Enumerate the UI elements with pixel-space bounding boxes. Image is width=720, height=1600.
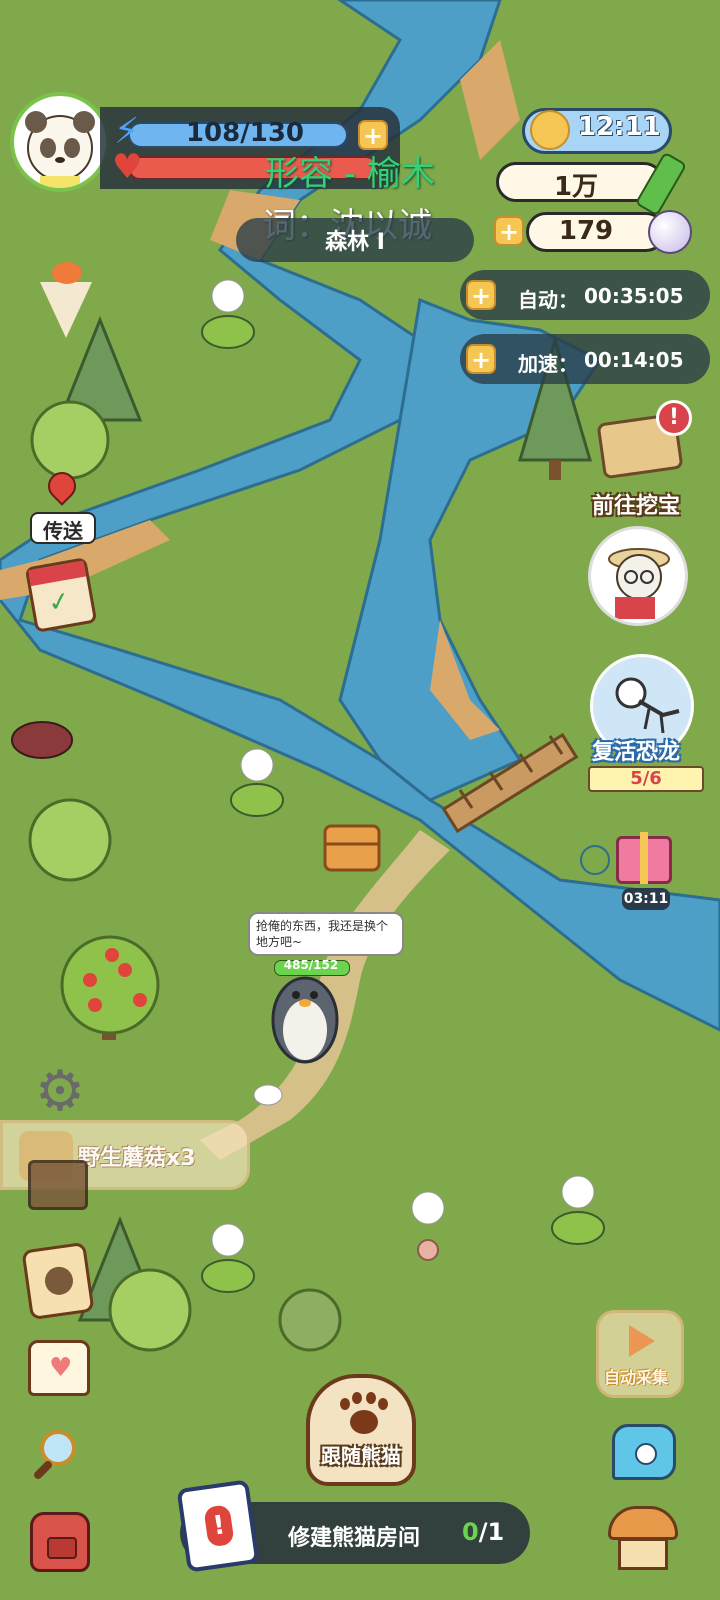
party-cone-icon bbox=[40, 282, 92, 338]
alert-badge-icon: ! bbox=[656, 400, 692, 436]
tshirt-heart-icon: ♥ bbox=[49, 1353, 73, 1383]
add-speed-time-button[interactable]: + bbox=[466, 344, 496, 374]
skull-tag-icon bbox=[43, 1265, 75, 1297]
speed-label: 加速： bbox=[518, 352, 578, 376]
whistle-button[interactable] bbox=[612, 1424, 676, 1480]
follow-panda-label[interactable]: 跟随熊猫 bbox=[316, 1440, 406, 1469]
whistle-icon bbox=[635, 1443, 657, 1465]
backpack-button[interactable] bbox=[30, 1512, 90, 1572]
npc-speech-bubble: 抢俺的东西，我还是换个地方吧~ bbox=[248, 912, 404, 956]
flower-bush bbox=[108, 1268, 192, 1352]
quest-progress: 0/1 bbox=[462, 1518, 504, 1546]
map-pin-icon bbox=[40, 466, 82, 512]
speed-time: 00:14:05 bbox=[584, 348, 684, 372]
add-pearl-button[interactable]: + bbox=[494, 216, 524, 246]
revive-label[interactable]: 复活恐龙 bbox=[592, 734, 680, 766]
flower-bush bbox=[30, 400, 110, 480]
treasure-map-button[interactable]: ! bbox=[594, 400, 692, 482]
quest-progress-total: /1 bbox=[478, 1518, 505, 1546]
treasure-chest bbox=[323, 824, 381, 872]
flower-bush bbox=[28, 798, 112, 882]
gift-tag-button[interactable] bbox=[21, 1241, 95, 1321]
confetti bbox=[52, 262, 82, 284]
pearl-currency-value: 179 bbox=[558, 216, 614, 246]
quest-progress-done: 0 bbox=[462, 1518, 479, 1546]
paw-print-icon bbox=[340, 1392, 388, 1438]
energy-text: 108/130 bbox=[185, 118, 305, 148]
npc-hp-text: 485/152 bbox=[283, 958, 339, 972]
pickup-toast-text: 野生蘑菇x3 bbox=[78, 1146, 196, 1171]
gift-timer: 03:11 bbox=[622, 888, 670, 910]
auto-time: 00:35:05 bbox=[584, 284, 684, 308]
wardrobe-button[interactable]: ♥ bbox=[28, 1340, 90, 1396]
revive-progress-text: 5/6 bbox=[630, 768, 662, 789]
add-auto-time-button[interactable]: + bbox=[466, 280, 496, 310]
bush bbox=[278, 1288, 342, 1352]
speech-bubble-text: 抢俺的东西，我还是换个地方吧~ bbox=[256, 919, 389, 949]
location-name: 森林 I bbox=[325, 230, 385, 255]
play-icon bbox=[629, 1325, 655, 1357]
search-button[interactable] bbox=[30, 1426, 90, 1486]
explorer-panda-icon bbox=[608, 548, 670, 619]
panda-house-button[interactable] bbox=[608, 1506, 678, 1570]
sun-icon bbox=[530, 110, 570, 150]
lyrics-line-1: 形容 - 榆木 bbox=[265, 154, 435, 194]
panda-icon bbox=[25, 111, 95, 188]
backpack-icon bbox=[47, 1537, 77, 1559]
checkmark-icon: ✓ bbox=[45, 585, 73, 620]
gift-ribbon bbox=[640, 832, 648, 884]
gear-icon: ⚙ bbox=[34, 1059, 86, 1124]
rabbit bbox=[253, 1084, 283, 1106]
gift-box-button[interactable] bbox=[612, 824, 676, 888]
cone-reward-button[interactable] bbox=[30, 262, 100, 342]
explorer-npc-button[interactable] bbox=[588, 526, 688, 626]
follow-panda-button[interactable] bbox=[306, 1374, 416, 1486]
settings-button[interactable]: ⚙ bbox=[30, 1062, 90, 1122]
treasure-label[interactable]: 前往挖宝 bbox=[592, 488, 680, 520]
quest-text: 修建熊猫房间 bbox=[288, 1526, 421, 1551]
penguin-npc bbox=[271, 976, 339, 1064]
house-wall bbox=[618, 1538, 668, 1570]
pearl-icon bbox=[648, 210, 692, 254]
heart-icon: ♥ bbox=[112, 147, 143, 187]
house-roof-icon bbox=[608, 1506, 678, 1540]
lightning-icon: ⚡ bbox=[114, 111, 140, 152]
clock-time: 12:11 bbox=[578, 112, 661, 142]
player-avatar[interactable] bbox=[10, 92, 110, 192]
auto-collect-label[interactable]: 自动采集 bbox=[604, 1364, 668, 1388]
quest-clipboard-icon: ! bbox=[176, 1479, 260, 1573]
book-button[interactable] bbox=[28, 1160, 88, 1210]
teleport-label[interactable]: 传送 bbox=[30, 515, 96, 544]
bamboo-currency-value: 1万 bbox=[553, 172, 599, 202]
auto-label: 自动： bbox=[518, 288, 578, 312]
calendar-button[interactable]: ✓ bbox=[24, 557, 98, 633]
wild-boar bbox=[11, 721, 73, 759]
